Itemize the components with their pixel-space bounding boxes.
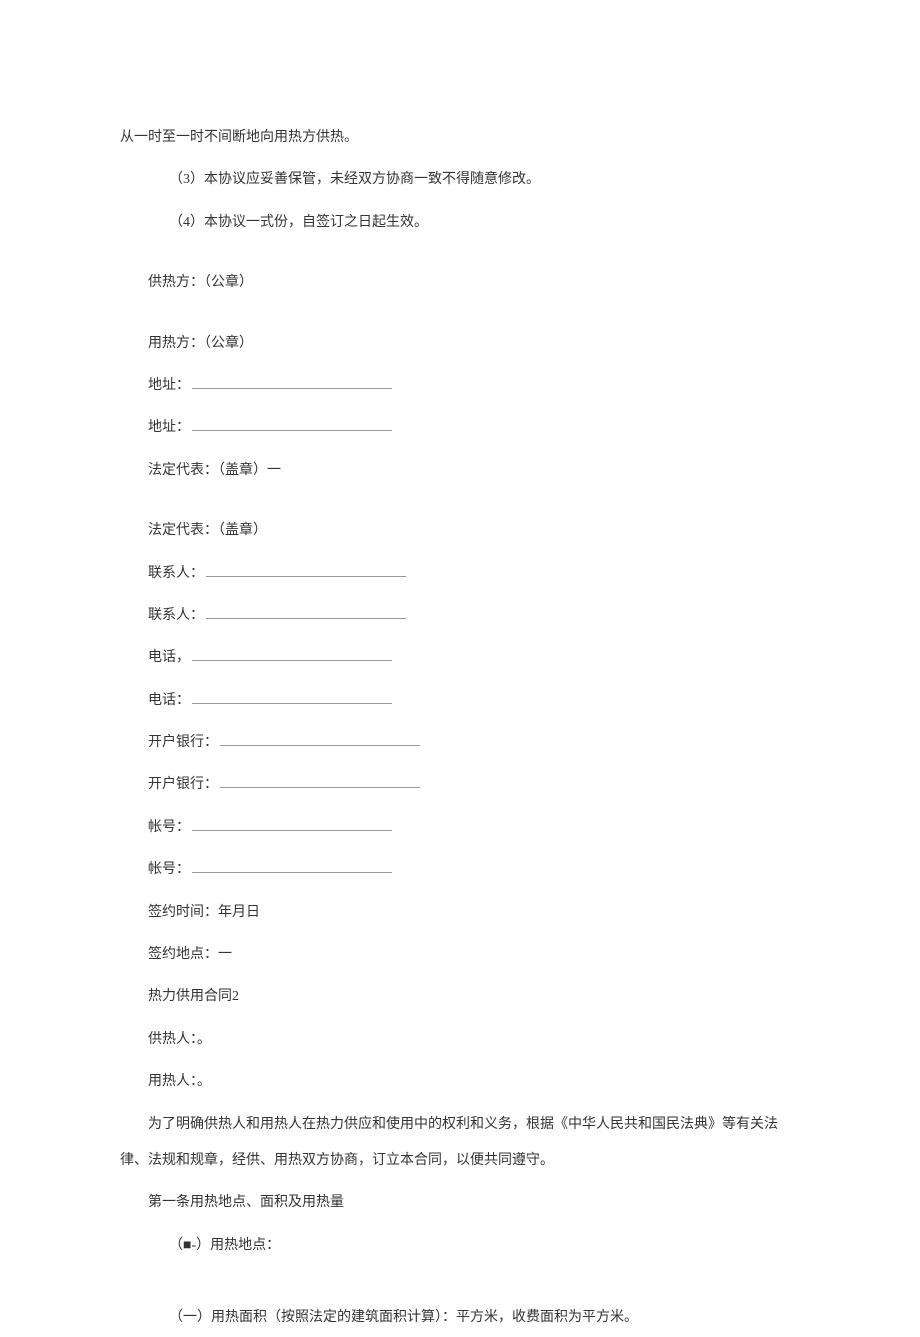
clause-4: （4）本协议一式份，自签订之日起生效。 [120, 205, 800, 241]
clause-3: （3）本协议应妥善保管，未经双方协商一致不得随意修改。 [120, 162, 800, 198]
account-2: 帐号： [120, 852, 800, 888]
account-2-blank [192, 859, 392, 873]
phone-2: 电话： [120, 683, 800, 719]
contact-2-blank [206, 605, 406, 619]
legal-rep-2: 法定代表：（盖章） [120, 513, 800, 549]
bank-2-label: 开户银行： [148, 777, 218, 792]
account-2-label: 帐号： [148, 862, 190, 877]
contact-1: 联系人： [120, 556, 800, 592]
sign-time: 签约时间：年月日 [120, 895, 800, 931]
article-1-title: 第一条用热地点、面积及用热量 [120, 1185, 800, 1221]
address-1-blank [192, 375, 392, 389]
sign-place: 签约地点：一 [120, 937, 800, 973]
item-location: （■-）用热地点： [120, 1228, 800, 1264]
user-name: 用热人：。 [120, 1064, 800, 1100]
bank-2: 开户银行： [120, 767, 800, 803]
contact-1-label: 联系人： [148, 566, 204, 581]
supplier-seal: 供热方：（公章） [120, 265, 800, 301]
phone-1-blank [192, 647, 392, 661]
item-area: （一）用热面积（按照法定的建筑面积计算）：平方米，收费面积为平方米。 [120, 1300, 800, 1336]
contact-2: 联系人： [120, 598, 800, 634]
contact-2-label: 联系人： [148, 608, 204, 623]
legal-rep-1: 法定代表：（盖章）一 [120, 453, 800, 489]
account-1: 帐号： [120, 810, 800, 846]
bank-1-blank [220, 732, 420, 746]
supplier-name: 供热人：。 [120, 1022, 800, 1058]
address-1-label: 地址： [148, 378, 190, 393]
contract-title: 热力供用合同2 [120, 979, 800, 1015]
account-1-blank [192, 817, 392, 831]
address-2-label: 地址： [148, 420, 190, 435]
bank-2-blank [220, 774, 420, 788]
bank-1-label: 开户银行： [148, 735, 218, 750]
phone-2-label: 电话： [148, 693, 190, 708]
user-seal: 用热方：（公章） [120, 326, 800, 362]
preamble: 为了明确供热人和用热人在热力供应和使用中的权利和义务，根据《中华人民共和国民法典… [120, 1107, 800, 1180]
address-1: 地址： [120, 368, 800, 404]
contact-1-blank [206, 563, 406, 577]
phone-2-blank [192, 690, 392, 704]
bank-1: 开户银行： [120, 725, 800, 761]
account-1-label: 帐号： [148, 820, 190, 835]
phone-1: 电话， [120, 640, 800, 676]
address-2: 地址： [120, 410, 800, 446]
address-2-blank [192, 417, 392, 431]
phone-1-label: 电话， [148, 650, 190, 665]
text-intro: 从一时至一时不间断地向用热方供热。 [120, 120, 800, 156]
